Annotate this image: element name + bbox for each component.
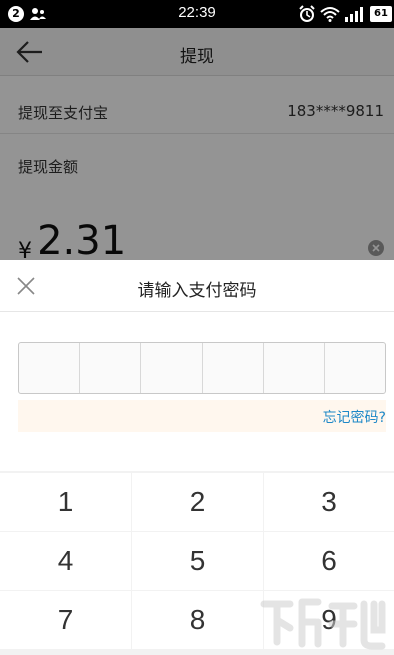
dialog-title: 请输入支付密码 xyxy=(137,281,257,301)
password-digit-cell xyxy=(325,343,385,393)
wifi-icon xyxy=(320,7,340,22)
key-2[interactable]: 2 xyxy=(132,473,263,531)
password-digit-cell xyxy=(141,343,203,393)
watermark-logo xyxy=(260,598,386,650)
password-digit-cell xyxy=(19,343,81,393)
dim-overlay xyxy=(0,28,394,260)
alarm-icon xyxy=(299,5,315,22)
key-1[interactable]: 1 xyxy=(0,473,131,531)
password-digit-cell xyxy=(80,343,142,393)
key-4[interactable]: 4 xyxy=(0,532,131,590)
password-input[interactable] xyxy=(18,342,386,394)
key-6[interactable]: 6 xyxy=(264,532,394,590)
key-7[interactable]: 7 xyxy=(0,591,131,649)
key-3[interactable]: 3 xyxy=(264,473,394,531)
password-digit-cell xyxy=(203,343,264,393)
signal-icon xyxy=(345,7,363,22)
dialog-header: 请输入支付密码 xyxy=(0,260,394,312)
password-digit-cell xyxy=(264,343,325,393)
forgot-password-link[interactable]: 忘记密码? xyxy=(323,407,386,427)
key-8[interactable]: 8 xyxy=(132,591,263,649)
battery-indicator: 61 xyxy=(370,6,392,22)
status-bar: 2 22:39 61 xyxy=(0,0,394,28)
key-5[interactable]: 5 xyxy=(132,532,263,590)
